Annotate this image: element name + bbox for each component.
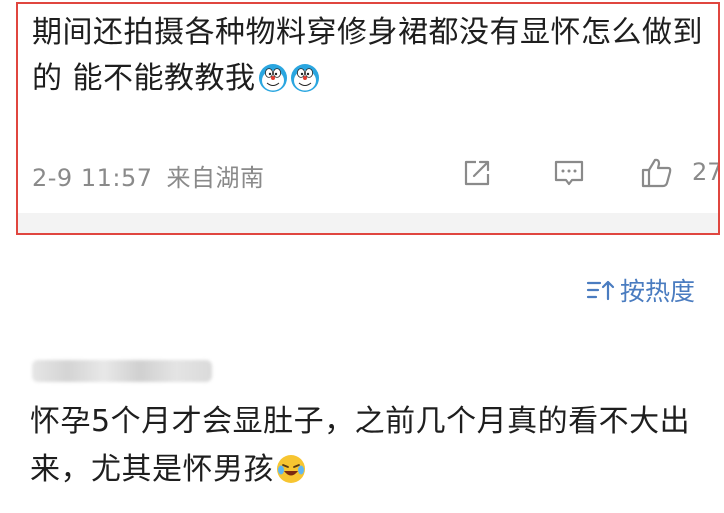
laughing-tears-emoji-icon <box>277 455 305 483</box>
comment-reply-icon[interactable] <box>552 156 586 190</box>
thumbs-up-icon[interactable] <box>640 156 674 190</box>
like-count: 27 <box>692 158 720 186</box>
doraemon-emoji-icon <box>258 64 287 92</box>
sort-label: 按热度 <box>620 277 696 306</box>
reply-body: 怀孕5个月才会显肚子，之前几个月真的看不大出来，尤其是怀男孩 <box>30 398 710 494</box>
reply-text: 怀孕5个月才会显肚子，之前几个月真的看不大出来，尤其是怀男孩 <box>30 404 691 487</box>
reply-username-blurred <box>32 360 212 382</box>
sort-icon <box>586 280 615 301</box>
highlighted-comment: 期间还拍摄各种物料穿修身裙都没有显怀怎么做到的 能不能教教我 2-9 11:57… <box>16 2 720 235</box>
comment-time: 2-9 11:57 <box>32 164 153 192</box>
share-icon[interactable] <box>460 156 494 190</box>
comment-text: 期间还拍摄各种物料穿修身裙都没有显怀怎么做到的 能不能教教我 <box>32 15 703 96</box>
comment-meta: 2-9 11:57 来自湖南 <box>32 158 265 193</box>
doraemon-emoji-icon <box>290 64 319 92</box>
comment-body: 期间还拍摄各种物料穿修身裙都没有显怀怎么做到的 能不能教教我 <box>32 10 712 102</box>
sort-by-hot-button[interactable]: 按热度 <box>586 270 695 310</box>
card-divider-strip <box>18 213 718 233</box>
comment-location: 来自湖南 <box>166 164 265 192</box>
comment-meta-row: 2-9 11:57 来自湖南 27 <box>32 152 718 196</box>
